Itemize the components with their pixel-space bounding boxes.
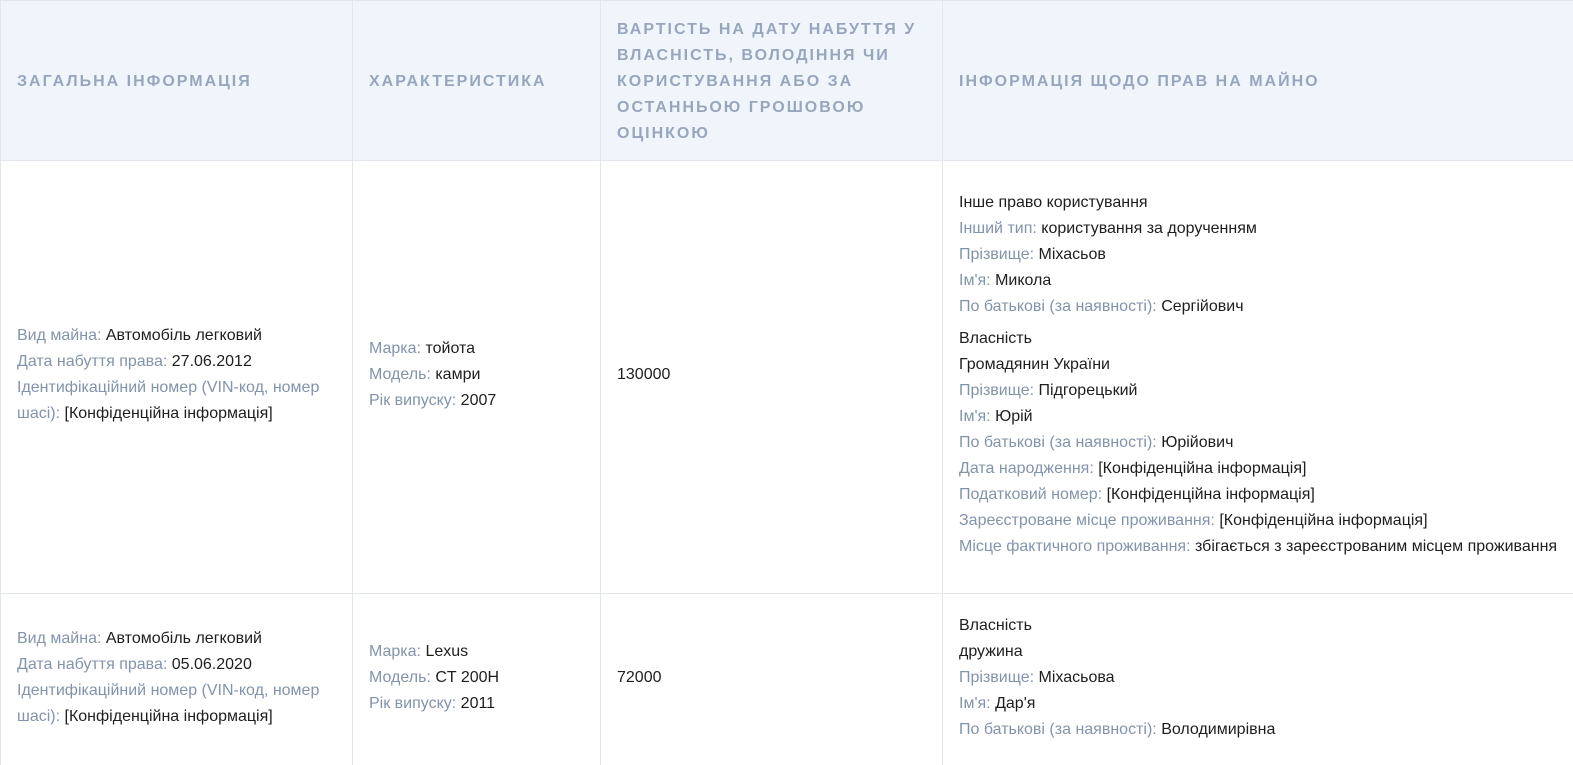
field-label: Інший тип: xyxy=(959,219,1037,237)
field-value: Автомобіль легковий xyxy=(105,326,262,344)
field-label: Модель: xyxy=(369,669,431,686)
field-value: [Конфіденційна інформація] xyxy=(64,708,273,725)
value-amount: 130000 xyxy=(617,365,671,383)
rights-title: Власність xyxy=(959,329,1032,347)
cell-general: Вид майна: Автомобіль легковий Дата набу… xyxy=(0,160,353,594)
cell-characteristics: Марка: тойота Модель: камри Рік випуску:… xyxy=(352,160,601,594)
field-label: Вид майна: xyxy=(17,326,102,344)
table-row: Вид майна: Автомобіль легковий Дата набу… xyxy=(0,160,1573,594)
field-value: Юрій xyxy=(995,407,1033,425)
field-value: CT 200H xyxy=(435,669,500,686)
property-table: Загальна інформація Характеристика Варті… xyxy=(0,0,1573,765)
header-characteristics: Характеристика xyxy=(352,0,601,161)
field-label: Ім'я: xyxy=(959,271,991,289)
field-label: Зареєстроване місце проживання: xyxy=(959,511,1215,529)
field-value: Підгорецький xyxy=(1038,381,1138,399)
value-amount: 72000 xyxy=(617,669,662,686)
field-value: [Конфіденційна інформація] xyxy=(64,404,273,422)
field-label: Рік випуску: xyxy=(369,391,457,409)
field-label: Дата набуття права: xyxy=(17,656,168,673)
rights-title: Інше право користування xyxy=(959,193,1148,211)
field-value: користування за дорученням xyxy=(1041,219,1257,237)
cell-rights: Інше право користування Інший тип: корис… xyxy=(942,160,1573,594)
field-value: збігається з зареєстрованим місцем прожи… xyxy=(1195,537,1558,555)
table-header-row: Загальна інформація Характеристика Варті… xyxy=(0,0,1573,161)
field-label: Марка: xyxy=(369,643,421,660)
rights-title: Власність xyxy=(959,617,1032,634)
field-label: Прізвище: xyxy=(959,245,1035,263)
field-value: Дар'я xyxy=(995,695,1036,712)
field-label: По батькові (за наявності): xyxy=(959,433,1157,451)
field-value: тойота xyxy=(425,339,476,357)
field-value: Юрійович xyxy=(1161,433,1234,451)
cell-rights: Власність дружина Прізвище: Міхасьова Ім… xyxy=(942,593,1573,765)
field-value: [Конфіденційна інформація] xyxy=(1098,459,1307,477)
field-value: Міхасьов xyxy=(1038,245,1106,263)
header-general: Загальна інформація xyxy=(0,0,353,161)
rights-entry: Інше право користування Інший тип: корис… xyxy=(959,190,1558,320)
header-rights: Інформація щодо прав на майно xyxy=(942,0,1573,161)
field-label: Рік випуску: xyxy=(369,695,457,712)
field-label: Вид майна: xyxy=(17,630,102,647)
field-value: 05.06.2020 xyxy=(171,656,252,673)
header-value: Вартість на дату набуття у власність, во… xyxy=(600,0,943,161)
field-value: [Конфіденційна інформація] xyxy=(1106,485,1315,503)
cell-characteristics: Марка: Lexus Модель: CT 200H Рік випуску… xyxy=(352,593,601,765)
cell-value: 72000 xyxy=(600,593,943,765)
rights-entry: Власність Громадянин України Прізвище: П… xyxy=(959,326,1558,560)
field-label: Ім'я: xyxy=(959,407,991,425)
field-value: Lexus xyxy=(425,643,469,660)
rights-entry: Власність дружина Прізвище: Міхасьова Ім… xyxy=(959,613,1558,743)
field-value: 2011 xyxy=(460,695,496,712)
field-label: По батькові (за наявності): xyxy=(959,297,1157,315)
field-label: Прізвище: xyxy=(959,669,1035,686)
field-value: [Конфіденційна інформація] xyxy=(1219,511,1428,529)
table-row: Вид майна: Автомобіль легковий Дата набу… xyxy=(0,593,1573,765)
field-value: Володимирівна xyxy=(1161,721,1276,738)
field-value: Сергійович xyxy=(1161,297,1244,315)
field-value: 27.06.2012 xyxy=(171,352,252,370)
field-value: Автомобіль легковий xyxy=(105,630,262,647)
field-label: Податковий номер: xyxy=(959,485,1103,503)
field-label: Дата народження: xyxy=(959,459,1094,477)
field-label: По батькові (за наявності): xyxy=(959,721,1157,738)
cell-value: 130000 xyxy=(600,160,943,594)
cell-general: Вид майна: Автомобіль легковий Дата набу… xyxy=(0,593,353,765)
rights-subtitle: дружина xyxy=(959,643,1023,660)
field-label: Марка: xyxy=(369,339,421,357)
field-label: Ім'я: xyxy=(959,695,991,712)
field-label: Дата набуття права: xyxy=(17,352,168,370)
field-value: 2007 xyxy=(460,391,497,409)
field-value: Микола xyxy=(995,271,1052,289)
field-label: Модель: xyxy=(369,365,431,383)
field-label: Місце фактичного проживання: xyxy=(959,537,1191,555)
field-value: камри xyxy=(435,365,481,383)
rights-subtitle: Громадянин України xyxy=(959,355,1110,373)
field-label: Прізвище: xyxy=(959,381,1035,399)
field-value: Міхасьова xyxy=(1038,669,1115,686)
